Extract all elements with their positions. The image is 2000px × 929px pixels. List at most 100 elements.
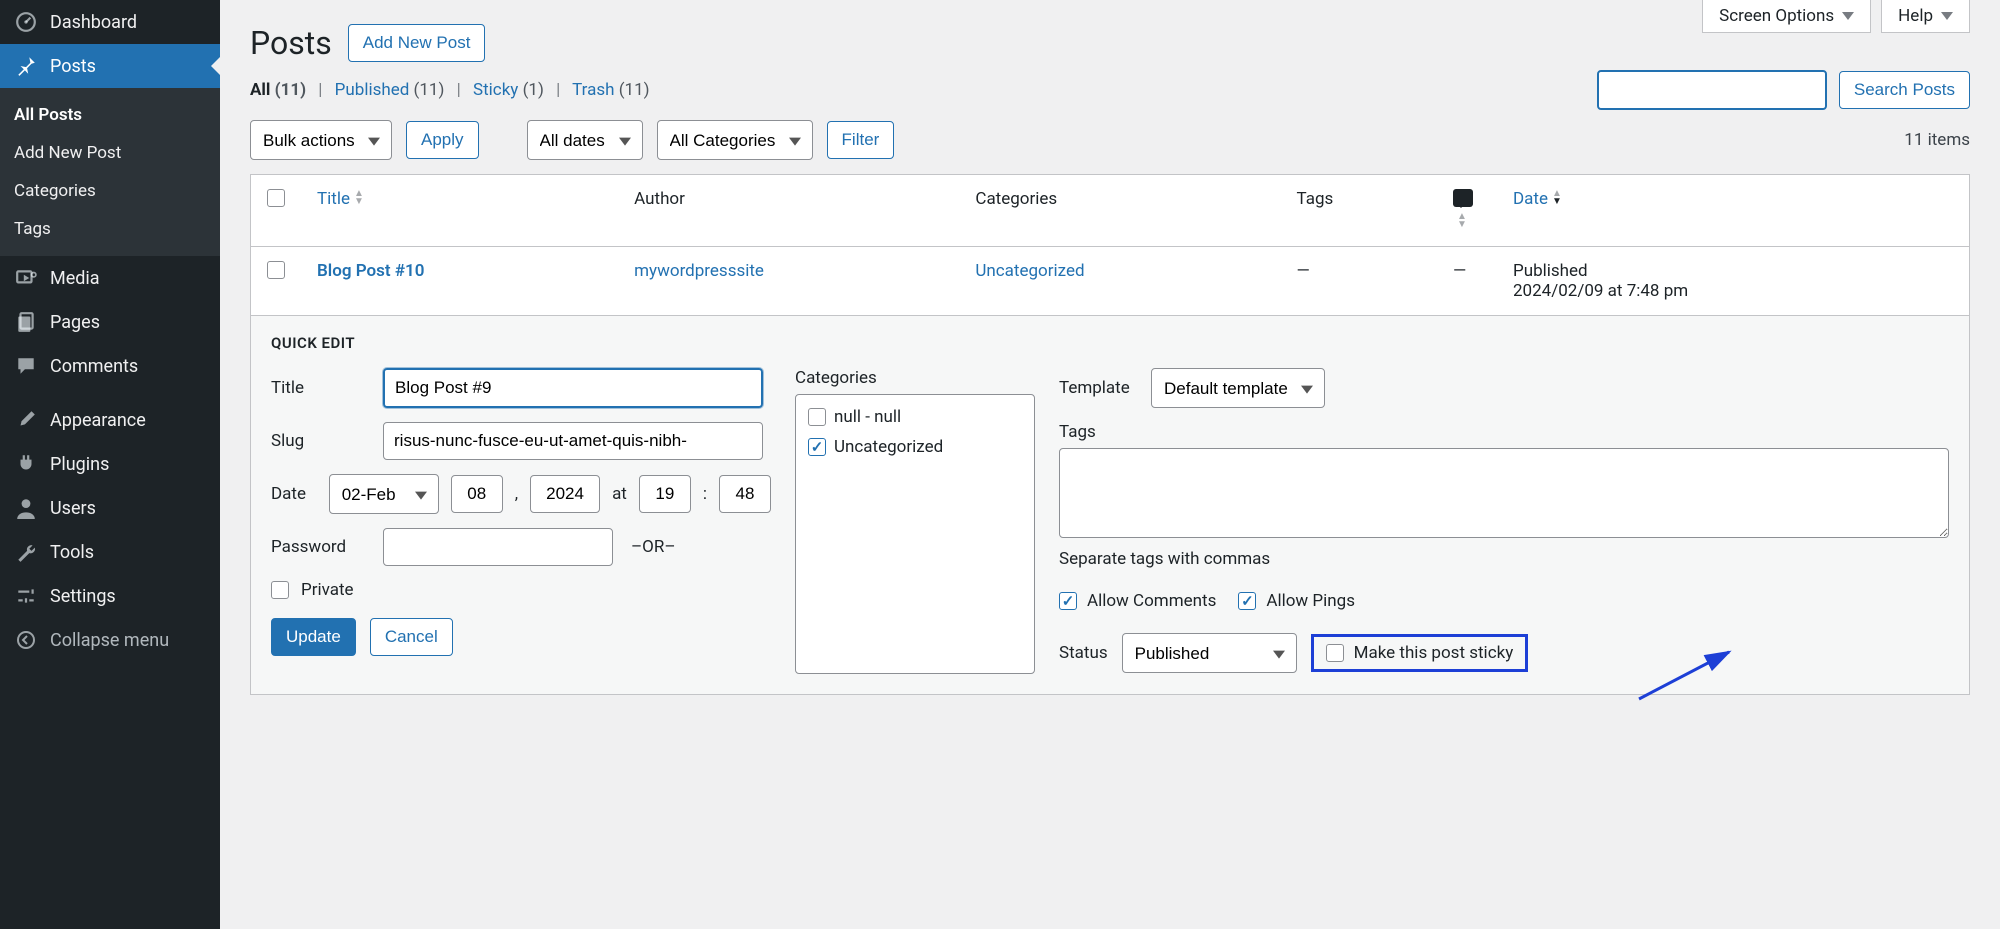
sidebar-label: Settings [50, 586, 116, 607]
quick-edit-panel: QUICK EDIT Title Slug [251, 316, 1969, 694]
items-count: 11 items [1904, 130, 1970, 150]
post-author-link[interactable]: mywordpresssite [634, 261, 764, 281]
screen-options-button[interactable]: Screen Options [1702, 0, 1871, 33]
post-category-link[interactable]: Uncategorized [975, 261, 1084, 281]
table-row: Blog Post #10 mywordpresssite Uncategori… [251, 247, 1970, 316]
select-all-checkbox[interactable] [267, 189, 285, 207]
label-at: at [612, 484, 627, 504]
status-select[interactable]: Published [1122, 633, 1297, 673]
sidebar-item-media[interactable]: Media [0, 256, 220, 300]
comments-icon [14, 354, 38, 378]
label-template: Template [1059, 378, 1139, 398]
sidebar-sub-all-posts[interactable]: All Posts [0, 96, 220, 134]
post-title-link[interactable]: Blog Post #10 [317, 261, 424, 281]
template-select[interactable]: Default template [1151, 368, 1325, 408]
label-private: Private [301, 580, 354, 600]
label-sticky: Make this post sticky [1354, 643, 1514, 663]
sidebar-item-users[interactable]: Users [0, 486, 220, 530]
sidebar-item-comments[interactable]: Comments [0, 344, 220, 388]
filter-published[interactable]: Published [335, 80, 410, 100]
date-filter-select[interactable]: All dates [527, 120, 643, 160]
sidebar-collapse[interactable]: Collapse menu [0, 618, 220, 662]
search-posts-input[interactable] [1597, 70, 1827, 110]
column-title[interactable]: Title [301, 175, 618, 247]
sidebar-item-dashboard[interactable]: Dashboard [0, 0, 220, 44]
sidebar-item-appearance[interactable]: Appearance [0, 398, 220, 442]
cancel-button[interactable]: Cancel [370, 618, 453, 656]
filter-trash[interactable]: Trash [572, 80, 614, 100]
apply-bulk-button[interactable]: Apply [406, 121, 479, 159]
category-option[interactable]: Uncategorized [808, 437, 1022, 457]
label-date: Date [271, 484, 317, 504]
quickedit-title-input[interactable] [383, 368, 763, 408]
sidebar-label: Users [50, 498, 96, 519]
tags-help-text: Separate tags with commas [1059, 549, 1949, 569]
private-checkbox[interactable] [271, 581, 289, 599]
label-tags: Tags [1059, 422, 1949, 442]
collapse-icon [14, 628, 38, 652]
sidebar-item-plugins[interactable]: Plugins [0, 442, 220, 486]
sidebar-item-posts[interactable]: Posts [0, 44, 220, 88]
brush-icon [14, 408, 38, 432]
wrench-icon [14, 540, 38, 564]
sidebar-label: Collapse menu [50, 630, 169, 651]
column-comments[interactable] [1437, 175, 1497, 247]
label-status: Status [1059, 643, 1108, 663]
quickedit-minute-input[interactable] [719, 475, 771, 513]
sidebar-item-tools[interactable]: Tools [0, 530, 220, 574]
posts-table: Title Author Categories Tags Date Blog P… [250, 174, 1970, 695]
quick-edit-heading: QUICK EDIT [271, 334, 1949, 352]
update-button[interactable]: Update [271, 618, 356, 656]
label-slug: Slug [271, 431, 371, 451]
sidebar-label: Plugins [50, 454, 109, 475]
post-date: Published2024/02/09 at 7:48 pm [1497, 247, 1970, 316]
add-new-post-button[interactable]: Add New Post [348, 24, 486, 62]
help-button[interactable]: Help [1881, 0, 1970, 33]
search-posts-button[interactable]: Search Posts [1839, 71, 1970, 109]
filter-all[interactable]: All (11) [250, 80, 306, 100]
quickedit-month-select[interactable]: 02-Feb [329, 474, 439, 514]
plug-icon [14, 452, 38, 476]
sidebar-label: Dashboard [50, 12, 137, 33]
row-checkbox[interactable] [267, 261, 285, 279]
quickedit-hour-input[interactable] [639, 475, 691, 513]
sticky-highlight-box: Make this post sticky [1311, 634, 1529, 672]
post-comments: — [1437, 247, 1497, 316]
label-categories: Categories [795, 368, 1035, 388]
sidebar-sub-tags[interactable]: Tags [0, 210, 220, 248]
sidebar-label: Posts [50, 56, 96, 77]
allow-pings-field[interactable]: Allow Pings [1238, 591, 1355, 611]
column-tags[interactable]: Tags [1281, 175, 1437, 247]
label-or: –OR– [631, 537, 675, 557]
label-password: Password [271, 537, 371, 557]
quickedit-password-input[interactable] [383, 528, 613, 566]
filter-button[interactable]: Filter [827, 121, 895, 159]
user-icon [14, 496, 38, 520]
filter-sticky[interactable]: Sticky [473, 80, 518, 100]
tags-textarea[interactable] [1059, 448, 1949, 538]
category-filter-select[interactable]: All Categories [657, 120, 813, 160]
column-categories[interactable]: Categories [959, 175, 1280, 247]
bulk-actions-select[interactable]: Bulk actions [250, 120, 392, 160]
sidebar-submenu-posts: All Posts Add New Post Categories Tags [0, 88, 220, 256]
sticky-checkbox[interactable] [1326, 644, 1344, 662]
quickedit-slug-input[interactable] [383, 422, 763, 460]
column-date[interactable]: Date [1497, 175, 1970, 247]
media-icon [14, 266, 38, 290]
sidebar-sub-categories[interactable]: Categories [0, 172, 220, 210]
page-title: Posts [250, 24, 332, 62]
quickedit-day-input[interactable] [451, 475, 503, 513]
quickedit-year-input[interactable] [530, 475, 600, 513]
post-tags: — [1281, 247, 1437, 316]
sidebar-label: Comments [50, 356, 138, 377]
column-author[interactable]: Author [618, 175, 959, 247]
main-content: Screen Options Help Posts Add New Post S… [220, 0, 2000, 929]
sidebar-sub-add-new[interactable]: Add New Post [0, 134, 220, 172]
sidebar-item-pages[interactable]: Pages [0, 300, 220, 344]
sidebar-item-settings[interactable]: Settings [0, 574, 220, 618]
sidebar-label: Tools [50, 542, 94, 563]
comment-icon [1453, 189, 1473, 207]
category-option[interactable]: null - null [808, 407, 1022, 427]
allow-comments-field[interactable]: Allow Comments [1059, 591, 1216, 611]
pin-icon [14, 54, 38, 78]
